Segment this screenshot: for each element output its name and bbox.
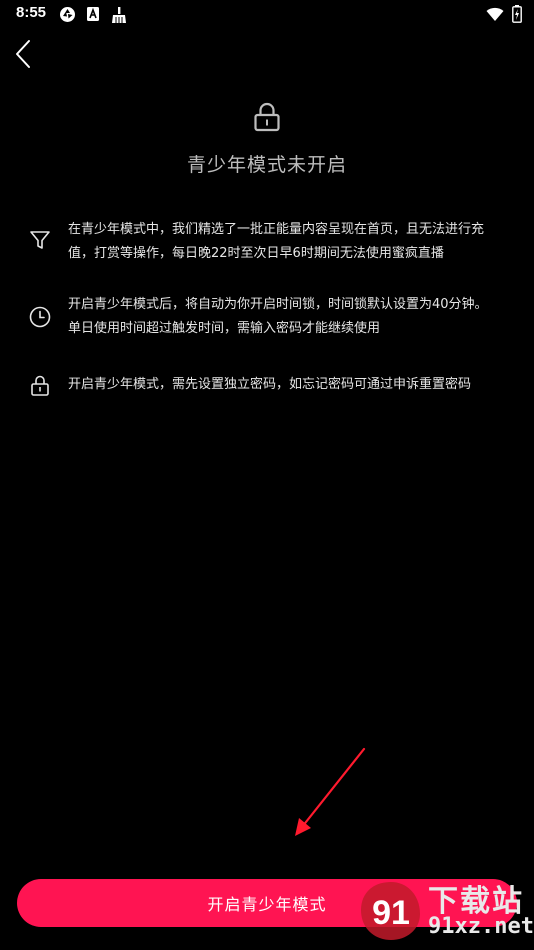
- status-icons-right: [486, 5, 522, 23]
- back-button[interactable]: [12, 38, 36, 70]
- status-icons-left: [59, 6, 128, 24]
- battery-charging-icon: [512, 5, 522, 23]
- filter-icon: [30, 231, 50, 249]
- feature-line: 在青少年模式中，我们精选了一批正能量内容呈现在首页，且无法进行充: [68, 222, 485, 237]
- watermark-logo-icon: 91: [361, 882, 420, 940]
- lock-icon: [254, 102, 280, 132]
- hero-lock: [253, 102, 281, 136]
- clock-icon: [29, 306, 51, 328]
- chevron-left-icon: [16, 40, 30, 68]
- feature-text: 在青少年模式中，我们精选了一批正能量内容呈现在首页，且无法进行充 值，打赏等操作…: [68, 218, 518, 266]
- feature-line: 开启青少年模式，需先设置独立密码，如忘记密码可通过申诉重置密码: [68, 377, 472, 392]
- feature-text: 开启青少年模式，需先设置独立密码，如忘记密码可通过申诉重置密码: [68, 373, 518, 397]
- feature-line: 单日使用时间超过触发时间，需输入密码才能继续使用: [68, 321, 381, 336]
- feature-text: 开启青少年模式后，将自动为你开启时间锁，时间锁默认设置为40分钟。 单日使用时间…: [68, 293, 518, 341]
- status-bar: 8:55: [0, 0, 534, 30]
- aperture-icon: [60, 7, 75, 22]
- annotation-arrow-icon: [295, 747, 366, 836]
- app-a-icon: [87, 7, 99, 21]
- watermark: 91 下载站 91xz.net: [358, 874, 534, 946]
- feature-line: 值，打赏等操作，每日晚22时至次日早6时期间无法使用蜜疯直播: [68, 246, 444, 261]
- page-title: 青少年模式未开启: [186, 154, 347, 176]
- svg-text:91: 91: [372, 894, 410, 932]
- feature-line: 开启青少年模式后，将自动为你开启时间锁，时间锁默认设置为40分钟。: [68, 297, 488, 312]
- status-time: 8:55: [16, 4, 47, 21]
- lock-icon: [31, 375, 49, 396]
- wifi-icon: [486, 7, 504, 21]
- broom-icon: [112, 7, 126, 23]
- watermark-url: 91xz.net: [428, 914, 534, 939]
